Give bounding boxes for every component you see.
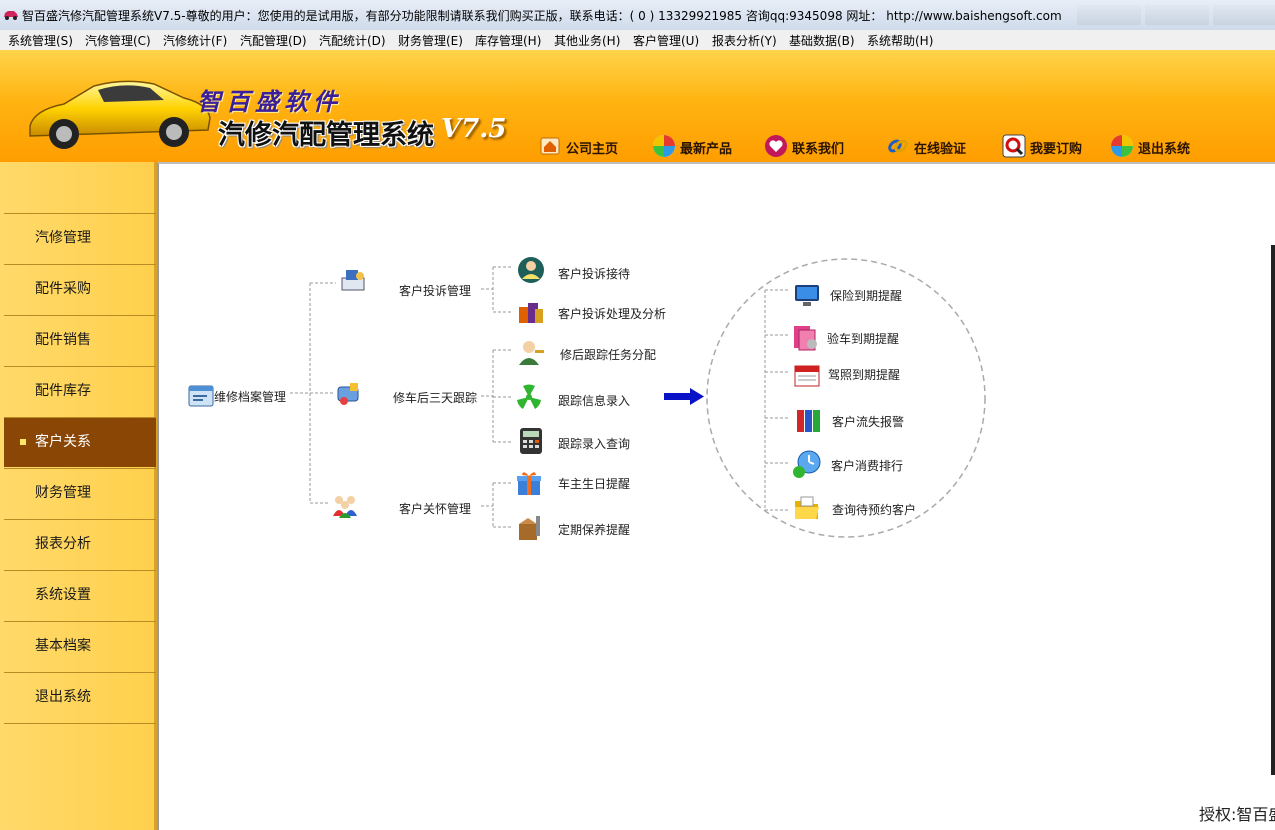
radiation-icon — [516, 384, 542, 410]
right-edge-border — [1271, 245, 1275, 775]
monitor-icon — [795, 285, 819, 306]
maintenance-box-icon — [519, 516, 540, 540]
reception-person-icon — [518, 257, 544, 283]
footer-license-text: 授权:智百盛 — [1199, 805, 1275, 824]
calculator-icon — [520, 428, 542, 454]
calendar-icon — [794, 365, 820, 387]
gift-box-icon — [517, 472, 541, 495]
people-group-icon — [333, 496, 357, 518]
gift-bags-icon — [519, 303, 543, 323]
open-folder-icon — [795, 496, 819, 519]
pink-folder-icon — [794, 326, 817, 351]
clock-money-icon — [793, 450, 821, 478]
complaint-desk-icon — [341, 270, 365, 291]
tracking-tools-icon — [337, 383, 359, 405]
person-key-icon — [519, 341, 544, 365]
binders-icon — [797, 410, 820, 432]
archive-window-icon — [188, 385, 214, 407]
arrow-right-icon — [664, 388, 704, 405]
tree-connectors — [290, 258, 986, 538]
